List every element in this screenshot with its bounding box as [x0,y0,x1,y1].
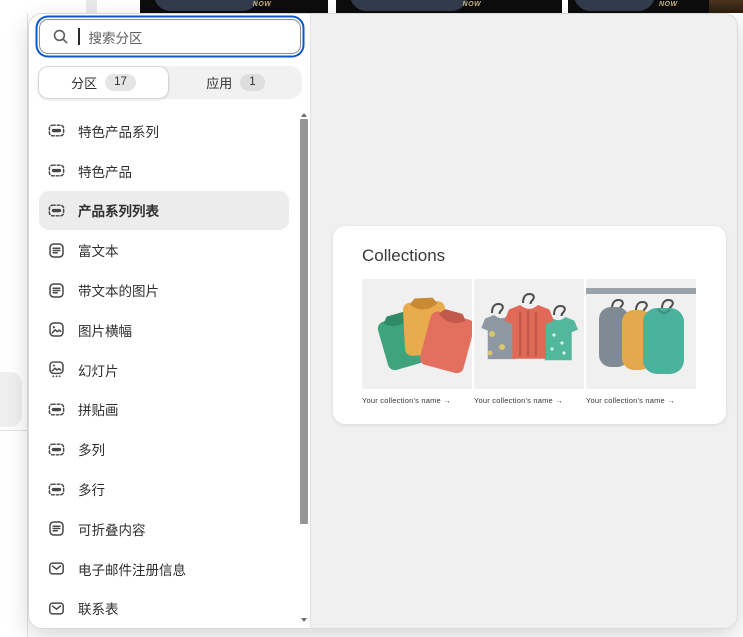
section-item-label: 电子邮件注册信息 [78,562,186,578]
section-icon [48,401,65,418]
image-icon [48,321,65,338]
collection-caption: Your collection's name → [362,396,451,405]
section-preview-card: Collections Your collection's name → Your… [333,226,726,424]
search-icon [52,28,69,45]
text-block-icon [48,242,65,259]
section-item-label: 富文本 [78,244,119,260]
section-icon [48,122,65,139]
section-icon [48,202,65,219]
theme-thumbnail-2: NOW [336,0,562,13]
preview-title: Collections [362,246,446,265]
collection-caption: Your collection's name → [474,396,563,405]
section-list-item[interactable]: 富文本 [39,230,289,270]
section-list: 特色产品系列 特色产品 产品系列列表 富文本 带文本的图片 图片横幅 幻灯片 拼… [29,111,299,628]
scrollbar[interactable] [298,111,310,626]
section-icon [48,162,65,179]
sidebar-section-divider [0,430,28,431]
section-list-item[interactable]: 电子邮件注册信息 [39,549,289,589]
envelope-icon [48,560,65,577]
preview-captions: Your collection's name → Your collection'… [362,396,697,405]
theme-editor-page: NOW NOW NOW 搜索分区 分区 17 应用 1 特色产品系列 特色产品 … [0,0,743,637]
scrollbar-up-arrow[interactable] [301,113,307,117]
section-list-item[interactable]: 特色产品 [39,151,289,191]
tab-apps[interactable]: 应用 1 [169,66,302,99]
thumbnail-photo-edge [709,0,743,13]
scrollbar-down-arrow[interactable] [301,618,307,622]
section-item-label: 可折叠内容 [78,522,146,538]
section-icon [48,481,65,498]
section-item-label: 多行 [78,483,105,499]
slideshow-icon [48,361,65,378]
search-placeholder: 搜索分区 [88,30,143,46]
theme-thumbnail-1: NOW [140,0,328,13]
folded-shirts-illustration [362,279,475,389]
section-list-item[interactable]: 产品系列列表 [39,190,289,231]
text-caret [78,28,80,45]
section-preview-pane: Collections Your collection's name → Your… [311,14,737,628]
section-icon [48,441,65,458]
section-list-item[interactable]: 多行 [39,469,289,509]
background-strip [86,0,97,13]
hanging-shirts-illustration [474,279,584,389]
add-section-popover: 搜索分区 分区 17 应用 1 特色产品系列 特色产品 产品系列列表 富文本 带… [28,13,738,629]
section-item-label: 幻灯片 [78,363,119,379]
tab-count-badge: 1 [240,73,265,92]
section-item-label: 多列 [78,443,105,459]
theme-thumbnail-3: NOW [568,0,743,13]
tab-sections[interactable]: 分区 17 [38,66,169,99]
collection-caption: Your collection's name → [586,396,675,405]
clothes-rack-illustration [586,279,696,389]
thumbnail-hero-shape [154,0,260,11]
section-list-item[interactable]: 幻灯片 [39,350,289,390]
section-list-item[interactable]: 特色产品系列 [39,111,289,151]
section-item-label: 图片横幅 [78,323,132,339]
section-item-label: 特色产品 [78,164,132,180]
tab-label: 应用 [206,76,233,91]
thumbnail-hero-shape [574,0,655,11]
sidebar-item-partial [0,372,22,427]
section-item-label: 特色产品系列 [78,124,159,140]
preview-tiles [362,279,697,389]
section-list-item[interactable]: 图片横幅 [39,310,289,350]
text-block-icon [48,282,65,299]
scrollbar-thumb[interactable] [300,119,308,524]
thumbnail-cta-label: NOW [462,1,482,8]
section-item-label: 联系表 [78,602,119,618]
thumbnail-cta-label: NOW [659,1,678,8]
search-input[interactable]: 搜索分区 [39,19,301,54]
tab-label: 分区 [71,76,98,91]
section-item-label: 带文本的图片 [78,284,159,300]
section-list-item[interactable]: 多列 [39,429,289,469]
tab-count-badge: 17 [105,73,136,92]
thumbnail-hero-shape [350,0,468,11]
picker-tabs: 分区 17 应用 1 [38,66,302,99]
section-list-item[interactable]: 拼贴画 [39,390,289,430]
section-picker-panel: 搜索分区 分区 17 应用 1 特色产品系列 特色产品 产品系列列表 富文本 带… [29,14,311,628]
text-block-icon [48,520,65,537]
section-item-label: 拼贴画 [78,403,119,419]
section-list-item[interactable]: 联系表 [39,589,289,628]
envelope-icon [48,600,65,617]
section-list-item[interactable]: 带文本的图片 [39,270,289,310]
section-item-label: 产品系列列表 [78,204,159,220]
thumbnail-cta-label: NOW [252,1,272,8]
section-list-item[interactable]: 可折叠内容 [39,509,289,549]
